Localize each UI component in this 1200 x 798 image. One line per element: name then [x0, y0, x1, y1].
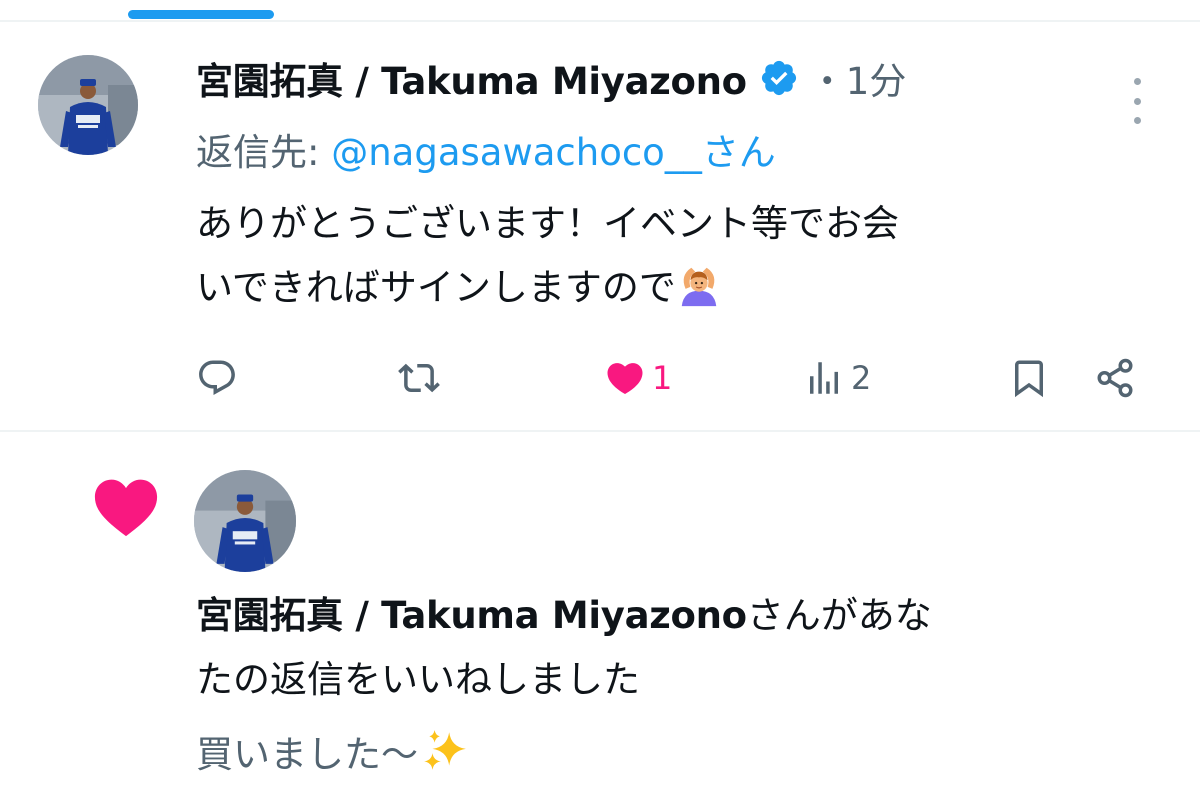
tweet-header: 宮園拓真 / Takuma Miyazono ・1分	[196, 50, 906, 106]
liker-avatar[interactable]	[194, 470, 296, 572]
heart-filled-icon	[607, 363, 643, 395]
author-name[interactable]: 宮園拓真 / Takuma Miyazono	[196, 51, 747, 105]
like-notification-heart-icon	[94, 479, 158, 537]
page: 宮園拓真 / Takuma Miyazono ・1分 返信先: @nagasaw…	[0, 0, 1200, 798]
reply-handle-link[interactable]: @nagasawachoco__さん	[331, 131, 776, 174]
avatar-photo	[194, 470, 296, 572]
analytics-bars-icon	[810, 362, 838, 394]
tweet-body: ありがとうございます！イベント等でお会 いできればサインしますので	[196, 192, 1156, 320]
tweet-text-line-2-wrap: いできればサインしますので	[196, 256, 1156, 320]
liked-reply-text: 買いました〜	[196, 733, 418, 776]
bookmark-icon	[1015, 360, 1043, 398]
author-avatar[interactable]	[38, 55, 138, 155]
share-button[interactable]	[1094, 345, 1136, 411]
reply-button[interactable]	[196, 345, 238, 411]
notification-line-2: たの返信をいいねしました	[196, 658, 640, 701]
tweet-actions: 1 2	[0, 345, 1200, 411]
like-button[interactable]: 1	[604, 345, 672, 411]
sparkles-emoji-icon	[424, 730, 466, 770]
tweet-text-line-1: ありがとうございます！イベント等でお会	[196, 202, 899, 245]
person-gesturing-ok-emoji-icon	[681, 267, 717, 307]
notification-text: 宮園拓真 / Takuma Miyazonoさんがあな たの返信をいいねしました	[196, 584, 1156, 712]
notification-suffix: さんがあな	[746, 594, 932, 637]
tweet-text-line-2: いできればサインしますので	[196, 266, 676, 309]
more-options-icon[interactable]	[1124, 78, 1150, 124]
verified-badge-icon	[761, 60, 796, 96]
active-tab-indicator	[128, 10, 274, 19]
avatar-photo	[38, 55, 138, 155]
notification-line-1: 宮園拓真 / Takuma Miyazonoさんがあな	[196, 584, 1156, 648]
liker-name[interactable]: 宮園拓真 / Takuma Miyazono	[196, 594, 747, 637]
reply-tweet[interactable]: 宮園拓真 / Takuma Miyazono ・1分 返信先: @nagasaw…	[0, 22, 1200, 432]
liked-reply-preview[interactable]: 買いました〜	[196, 724, 470, 778]
bookmark-button[interactable]	[1008, 345, 1050, 411]
retweet-button[interactable]	[398, 345, 440, 411]
reply-icon	[199, 360, 235, 395]
reply-context: 返信先: @nagasawachoco__さん	[196, 122, 776, 176]
views-count: 2	[851, 359, 872, 397]
share-icon	[1097, 358, 1133, 398]
tweet-timestamp[interactable]: ・1分	[809, 51, 907, 105]
reply-prefix: 返信先:	[196, 131, 332, 174]
views-button[interactable]: 2	[803, 345, 871, 411]
like-count: 1	[652, 359, 673, 397]
like-notification[interactable]: 宮園拓真 / Takuma Miyazonoさんがあな たの返信をいいねしました…	[0, 432, 1200, 798]
retweet-icon	[398, 363, 440, 393]
